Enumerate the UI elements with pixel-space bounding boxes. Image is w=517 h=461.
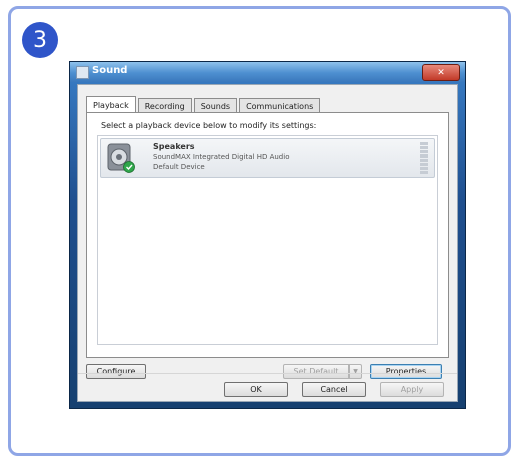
cancel-button[interactable]: Cancel — [302, 382, 366, 397]
sound-dialog: Sound ✕ Playback Recording Sounds Commun… — [69, 61, 466, 409]
close-button[interactable]: ✕ — [422, 64, 460, 81]
device-status: Default Device — [153, 163, 205, 171]
configure-button[interactable]: Configure — [86, 364, 146, 379]
playback-panel: Select a playback device below to modify… — [86, 112, 449, 358]
apply-button[interactable]: Apply — [380, 382, 444, 397]
set-default-button[interactable]: Set Default — [283, 364, 349, 379]
step-number-badge: 3 — [22, 22, 58, 58]
device-name: Speakers — [153, 142, 195, 151]
device-description: SoundMAX Integrated Digital HD Audio — [153, 153, 290, 161]
ok-button[interactable]: OK — [224, 382, 288, 397]
volume-level-meter — [420, 142, 428, 174]
sound-app-icon — [76, 66, 89, 79]
instruction-text: Select a playback device below to modify… — [101, 121, 317, 130]
dialog-title: Sound — [92, 65, 128, 76]
footer-separator — [78, 373, 457, 374]
set-default-dropdown-arrow[interactable]: ▼ — [349, 364, 362, 379]
dialog-client-area: Playback Recording Sounds Communications… — [77, 84, 458, 402]
properties-button[interactable]: Properties — [370, 364, 442, 379]
device-row-speakers[interactable]: Speakers SoundMAX Integrated Digital HD … — [100, 138, 435, 178]
device-list[interactable]: Speakers SoundMAX Integrated Digital HD … — [97, 135, 438, 345]
check-icon — [123, 161, 135, 173]
dialog-titlebar[interactable]: Sound ✕ — [70, 62, 465, 82]
speaker-icon — [107, 143, 135, 173]
